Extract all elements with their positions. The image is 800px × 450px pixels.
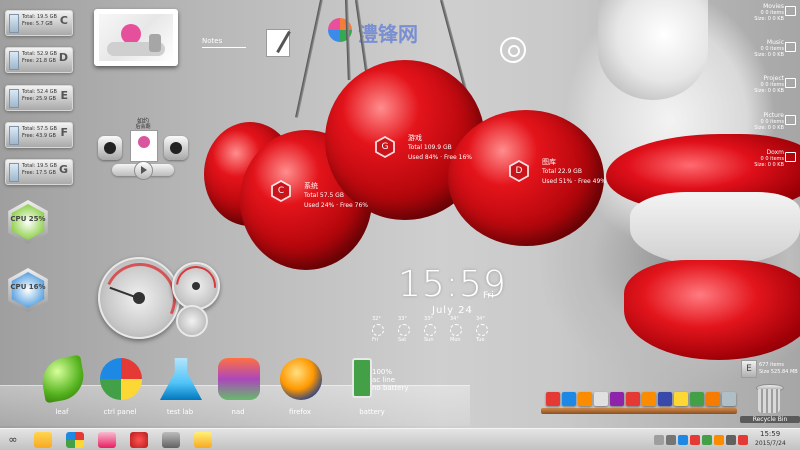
- weather-day: Sat: [398, 337, 407, 343]
- library-folder-icon: [785, 42, 796, 52]
- tray-icon[interactable]: [654, 435, 664, 445]
- taskbar-app-icon[interactable]: [194, 432, 212, 448]
- recycle-bin-icon[interactable]: [752, 384, 786, 414]
- weather-day: Sun: [424, 337, 434, 343]
- taskbar-app-icon[interactable]: [130, 432, 148, 448]
- clock-day: Fri: [483, 291, 494, 301]
- recycle-items: 677 items: [759, 362, 785, 368]
- dock-icon-firefox[interactable]: [280, 358, 322, 400]
- taskbar: ∞ 15:59 2015/7/24: [0, 428, 800, 450]
- shelf-board: [541, 408, 737, 414]
- taskbar-app-icon[interactable]: [98, 432, 116, 448]
- tray-icon[interactable]: [678, 435, 688, 445]
- weather-temp: 34°: [476, 316, 485, 322]
- shelf-app-icon[interactable]: [594, 392, 608, 406]
- taskbar-app-icon[interactable]: [34, 432, 52, 448]
- shelf-app-icon[interactable]: [658, 392, 672, 406]
- shelf-app-icon[interactable]: [562, 392, 576, 406]
- dock-icon-nad[interactable]: [218, 358, 260, 400]
- library-size: Size: 0 0 KB: [754, 52, 784, 58]
- library-item-music[interactable]: Music 0 0 items Size: 0 0 KB: [704, 40, 796, 58]
- dock-label: firefox: [288, 408, 312, 416]
- cherry-drive-g[interactable]: G 游戏 Total 109.9 GB Used 84% · Free 16%: [374, 134, 484, 174]
- library-folder-icon: [785, 6, 796, 16]
- tray-icon[interactable]: [738, 435, 748, 445]
- drive-g-hex-icon: G: [375, 136, 395, 158]
- sun-icon: [398, 324, 410, 336]
- shelf-app-icon[interactable]: [610, 392, 624, 406]
- dock-icon-battery[interactable]: [352, 358, 372, 398]
- tray-icon[interactable]: [726, 435, 736, 445]
- shelf-app-icon[interactable]: [674, 392, 688, 406]
- tray-icon[interactable]: [702, 435, 712, 445]
- weather-temp: 34°: [450, 316, 459, 322]
- battery-ac: ac line: [372, 376, 395, 384]
- drive-g-name: 游戏: [408, 134, 422, 142]
- nose-wallpaper: [598, 0, 708, 100]
- library-size: Size: 0 0 KB: [754, 88, 784, 94]
- weather-temp: 32°: [372, 316, 381, 322]
- drive-g-total: Total 109.9 GB: [408, 144, 452, 151]
- drive-c-name: 系统: [304, 182, 318, 190]
- dock-icon-ctrl-panel[interactable]: [100, 358, 142, 400]
- cherry-drive-c[interactable]: C 系统 Total 57.5 GB Used 24% · Free 76%: [270, 180, 380, 220]
- library-size: Size: 0 0 KB: [754, 16, 784, 22]
- sun-icon: [450, 324, 462, 336]
- drive-g-usage: Used 84% · Free 16%: [408, 154, 472, 161]
- dock-label: test lab: [166, 408, 194, 416]
- dock-label: battery: [359, 408, 385, 416]
- taskbar-app-icon[interactable]: [66, 432, 84, 448]
- library-item-picture[interactable]: Picture 0 0 items Size: 0 0 KB: [704, 113, 796, 131]
- drive-c-total: Total 57.5 GB: [304, 192, 344, 199]
- library-item-project[interactable]: Project 0 0 items Size: 0 0 KB: [704, 76, 796, 94]
- clock-widget: 15:59 Fri July 24: [398, 264, 518, 324]
- dock-label: ctrl panel: [103, 408, 137, 416]
- drive-c-usage: Used 24% · Free 76%: [304, 202, 368, 209]
- dock-label: nad: [231, 408, 245, 416]
- library-size: Size: 0 0 KB: [754, 162, 784, 168]
- tray-icon[interactable]: [690, 435, 700, 445]
- drive-c-hex-icon: C: [271, 180, 291, 202]
- recycle-size: Size 525.84 MB: [759, 369, 798, 375]
- recycle-bin-info: E 677 items Size 525.84 MB: [741, 360, 799, 382]
- weather-day: Tue: [476, 337, 485, 343]
- sun-icon: [424, 324, 436, 336]
- shelf-app-icon[interactable]: [690, 392, 704, 406]
- tray-icon[interactable]: [666, 435, 676, 445]
- drive-d-name: 图库: [542, 158, 556, 166]
- start-button[interactable]: ∞: [4, 432, 22, 448]
- library-folder-icon: [785, 152, 796, 162]
- shelf-app-icon[interactable]: [546, 392, 560, 406]
- shelf-app-icon[interactable]: [642, 392, 656, 406]
- weather-day: Fri: [372, 337, 378, 343]
- weather-forecast: 32° Fri 33° Sat 33° Sun 34° Mon 34° Tue: [366, 316, 536, 348]
- shelf-app-icon[interactable]: [578, 392, 592, 406]
- desktop: Total: 19.5 GB Free: 5.7 GB C Total: 52.9 G…: [0, 0, 800, 450]
- sun-icon: [372, 324, 384, 336]
- battery-status: no battery: [372, 384, 409, 392]
- library-item-movies[interactable]: Movies 0 0 items Size: 0 0 KB: [704, 4, 796, 22]
- library-item-doxm[interactable]: Doxm 0 0 items Size: 0 0 KB: [704, 150, 796, 168]
- taskbar-time[interactable]: 15:59: [760, 430, 780, 438]
- tray-icon[interactable]: [714, 435, 724, 445]
- dock-label: leaf: [55, 408, 69, 416]
- recycle-e-button[interactable]: E: [741, 360, 757, 378]
- library-folder-icon: [785, 115, 796, 125]
- recycle-bin-label: Recycle Bin: [740, 416, 800, 423]
- sun-icon: [476, 324, 488, 336]
- taskbar-date[interactable]: 2015/7/24: [755, 440, 786, 447]
- taskbar-app-icon[interactable]: [162, 432, 180, 448]
- weather-temp: 33°: [398, 316, 407, 322]
- weather-day: Mon: [450, 337, 461, 343]
- library-folder-icon: [785, 78, 796, 88]
- weather-temp: 33°: [424, 316, 433, 322]
- shelf-app-icon[interactable]: [722, 392, 736, 406]
- library-size: Size: 0 0 KB: [754, 125, 784, 131]
- shelf-app-icon[interactable]: [626, 392, 640, 406]
- battery-percent: 100%: [372, 368, 393, 376]
- shelf-app-icon[interactable]: [706, 392, 720, 406]
- drive-d-hex-icon: D: [509, 160, 529, 182]
- clock-date: July 24: [432, 305, 473, 316]
- battery-info: 100% ac line no battery: [372, 368, 442, 396]
